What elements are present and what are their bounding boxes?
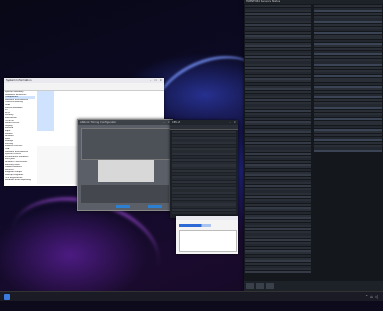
- cpu-window[interactable]: CPU-Z – ✕: [170, 120, 238, 218]
- hwinfo-window[interactable]: HWiNFO64 Sensors Status: [244, 0, 383, 291]
- bar-graph: [179, 224, 211, 227]
- start-icon[interactable]: [4, 293, 10, 300]
- status-panel: [98, 160, 154, 182]
- sensor-column-left: [245, 5, 311, 275]
- apply-button[interactable]: [116, 205, 130, 208]
- volume-icon[interactable]: ◁: [375, 294, 378, 299]
- title-bar[interactable]: HWiNFO64 Sensors Status: [244, 0, 383, 4]
- timing-grid: [81, 128, 171, 160]
- toolbar: [4, 83, 164, 91]
- toolbar-button[interactable]: [246, 283, 254, 289]
- spec-list: [172, 131, 236, 214]
- title-bar[interactable]: CPU-Z – ✕: [170, 120, 238, 125]
- tree-pane: System Summary Hardware Resources Componen…: [5, 91, 35, 185]
- window-controls[interactable]: – ✕: [229, 120, 237, 125]
- memory-window[interactable]: ASRock Timing Configurator – ✕: [77, 119, 173, 211]
- exit-button[interactable]: [148, 205, 162, 208]
- window-title: CPU-Z: [172, 121, 180, 124]
- sensor-column-right: [314, 5, 382, 155]
- toolbar-button[interactable]: [256, 283, 264, 289]
- selection-column: [37, 91, 54, 131]
- sensor-row: [314, 150, 382, 153]
- window-controls[interactable]: – ☐ ✕: [150, 78, 163, 83]
- chevron-up-icon[interactable]: ⌃: [365, 294, 368, 299]
- window-title: HWiNFO64 Sensors Status: [246, 0, 281, 3]
- sensor-toolbar[interactable]: [244, 281, 383, 291]
- tab-strip[interactable]: [170, 125, 238, 130]
- sensor-row: [245, 271, 311, 274]
- tree-item[interactable]: Windows Error Reporting: [5, 179, 35, 182]
- toolbar-button[interactable]: [266, 283, 274, 289]
- window-title: System Information: [6, 79, 32, 82]
- log-area: [81, 185, 169, 203]
- sensor-row: [172, 211, 236, 214]
- system-tray[interactable]: ⌃ ⌂ ◁: [365, 294, 380, 300]
- window-title: ASRock Timing Configurator: [80, 121, 117, 124]
- title-bar[interactable]: ASRock Timing Configurator – ✕: [78, 120, 172, 125]
- info-block: [179, 230, 237, 252]
- network-icon[interactable]: ⌂: [370, 294, 373, 299]
- small-dialog[interactable]: [176, 216, 238, 254]
- title-bar[interactable]: System Information – ☐ ✕: [4, 78, 164, 83]
- title-bar[interactable]: [176, 216, 238, 220]
